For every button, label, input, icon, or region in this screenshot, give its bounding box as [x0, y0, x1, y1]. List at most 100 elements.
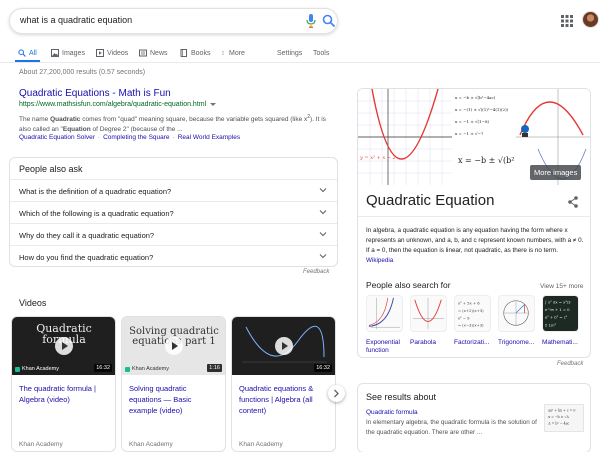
video-duration: 16:32 — [94, 364, 112, 372]
svg-text:x = −b ± √(b²−4ac): x = −b ± √(b²−4ac) — [455, 95, 496, 100]
result-stats: About 27,200,000 results (0.57 seconds) — [19, 69, 146, 76]
video-source: Khan Academy — [129, 441, 173, 448]
videos-next-button[interactable] — [328, 385, 345, 402]
result-sitelinks: Quadratic Equation Solver · Completing the… — [19, 134, 241, 141]
paa-question[interactable]: Which of the following is a quadratic eq… — [10, 201, 337, 223]
video-source: Khan Academy — [19, 441, 63, 448]
svg-text:ax² + bx + c = 0: ax² + bx + c = 0 — [548, 409, 575, 413]
quadratic-formula-link[interactable]: Quadratic formula — [366, 409, 418, 416]
search-tabs: All Images Videos News Books More Settin… — [0, 44, 600, 62]
video-title-link[interactable]: Solving quadratic equations — Basic exam… — [129, 383, 221, 416]
svg-text:y = x² + x − 2: y = x² + x − 2 — [359, 155, 396, 161]
divider — [358, 216, 590, 217]
video-card[interactable]: Quadratic formula Khan Academy 16:32 The… — [11, 316, 116, 452]
search-input[interactable]: what is a quadratic equation — [20, 15, 132, 25]
see-results-heading: See results about — [366, 392, 437, 402]
see-results-snippet: In elementary algebra, the quadratic for… — [366, 419, 537, 436]
video-duration: 16:32 — [314, 364, 332, 372]
image-icon — [51, 49, 59, 57]
svg-text:Σ 1/n²: Σ 1/n² — [545, 322, 557, 327]
video-icon — [96, 49, 104, 57]
news-icon — [139, 49, 147, 57]
knowledge-panel-description: In algebra, a quadratic equation is any … — [366, 227, 584, 264]
pasf-item[interactable]: Exponential function — [366, 295, 404, 355]
mic-icon[interactable] — [306, 14, 316, 28]
video-thumbnail[interactable]: Quadratic formula Khan Academy 16:32 — [12, 317, 115, 375]
result-title-link[interactable]: Quadratic Equations - Math is Fun — [19, 88, 171, 99]
trigonometry-thumbnail — [498, 295, 535, 332]
chevron-down-icon — [319, 254, 327, 259]
khan-logo-icon — [15, 366, 20, 372]
apps-grid-icon[interactable] — [561, 15, 573, 27]
more-images-button[interactable]: More images — [530, 165, 582, 180]
svg-text:= (x+2)(x+3): = (x+2)(x+3) — [458, 308, 484, 313]
result-url: https://www.mathsisfun.com/algebra/quadr… — [19, 101, 217, 108]
paa-question[interactable]: What is the definition of a quadratic eq… — [10, 179, 337, 201]
pasf-item[interactable]: ∫ x² dx = x³/3 e^iπ + 1 = 0 a² + b² = c² Σ … — [542, 295, 580, 347]
svg-text:= (x−3)(x+3): = (x−3)(x+3) — [458, 322, 484, 327]
search-icon — [18, 49, 26, 57]
video-duration: 1:16 — [207, 364, 222, 372]
tab-news[interactable]: News — [139, 44, 168, 62]
more-vert-icon — [222, 51, 224, 55]
paa-title: People also ask — [19, 164, 83, 174]
play-icon[interactable] — [275, 337, 293, 355]
chevron-down-icon — [319, 232, 327, 237]
svg-text:x = −1 ± √−7: x = −1 ± √−7 — [455, 131, 484, 136]
knowledge-panel-title: Quadratic Equation — [366, 192, 495, 209]
tab-books[interactable]: Books — [180, 44, 210, 62]
tab-tools[interactable]: Tools — [313, 44, 329, 62]
share-icon[interactable] — [568, 196, 578, 208]
video-title-link[interactable]: Quadratic equations & functions | Algebr… — [239, 383, 331, 416]
tab-images[interactable]: Images — [51, 44, 85, 62]
sitelink-completing-square[interactable]: Completing the Square — [103, 134, 170, 141]
svg-text:e^iπ + 1 = 0: e^iπ + 1 = 0 — [545, 307, 570, 312]
video-thumbnail[interactable]: 16:32 — [232, 317, 335, 375]
mathematics-thumbnail: ∫ x² dx = x³/3 e^iπ + 1 = 0 a² + b² = c² Σ … — [542, 295, 579, 332]
feedback-link[interactable]: Feedback — [303, 269, 329, 275]
play-icon[interactable] — [165, 337, 183, 355]
svg-text:x = −b ± √Δ: x = −b ± √Δ — [548, 415, 569, 419]
tab-settings[interactable]: Settings — [277, 44, 302, 62]
svg-text:a² + b² = c²: a² + b² = c² — [545, 315, 568, 320]
paa-question[interactable]: How do you find the quadratic equation? — [10, 245, 337, 267]
feedback-link[interactable]: Feedback — [557, 361, 583, 367]
search-bar[interactable]: what is a quadratic equation — [9, 8, 338, 34]
see-results-about: See results about Quadratic formula In e… — [357, 383, 591, 452]
view-more-link[interactable]: View 15+ more — [540, 283, 583, 290]
video-thumbnail[interactable]: Solving quadratic equations part 1 Khan … — [122, 317, 225, 375]
khan-logo-icon — [125, 366, 130, 372]
paa-question[interactable]: Why do they call it a quadratic equation… — [10, 223, 337, 245]
video-card[interactable]: 16:32 Quadratic equations & functions | … — [231, 316, 336, 452]
tab-more[interactable]: More — [222, 44, 245, 62]
svg-text:Δ = b² − 4ac: Δ = b² − 4ac — [548, 422, 569, 426]
book-icon — [180, 49, 187, 57]
video-title-link[interactable]: The quadratic formula | Algebra (video) — [19, 383, 111, 405]
sitelink-solver[interactable]: Quadratic Equation Solver — [19, 134, 95, 141]
video-card[interactable]: Solving quadratic equations part 1 Khan … — [121, 316, 226, 452]
pasf-item[interactable]: Trigonome... — [498, 295, 536, 347]
wikipedia-link[interactable]: Wikipedia — [366, 257, 393, 264]
people-also-ask: People also ask What is the definition o… — [9, 157, 338, 267]
svg-text:x² − 9: x² − 9 — [458, 316, 470, 321]
sitelink-real-world[interactable]: Real World Examples — [178, 134, 240, 141]
tab-videos[interactable]: Videos — [96, 44, 128, 62]
quadratic-formula-thumbnail[interactable]: ax² + bx + c = 0 x = −b ± √Δ Δ = b² − 4ac — [544, 404, 584, 432]
svg-text:x = −1 ± √(1−8): x = −1 ± √(1−8) — [455, 119, 489, 124]
video-source: Khan Academy — [239, 441, 283, 448]
svg-text:x = −(1) ± √((1)²−4(1)(2)): x = −(1) ± √((1)²−4(1)(2)) — [455, 107, 509, 112]
avatar[interactable] — [582, 11, 599, 28]
svg-text:∫ x² dx = x³/3: ∫ x² dx = x³/3 — [545, 300, 571, 305]
parabola-thumbnail — [410, 295, 447, 332]
chevron-down-icon — [319, 188, 327, 193]
play-icon[interactable] — [55, 337, 73, 355]
pasf-item[interactable]: Parabola — [410, 295, 448, 347]
caret-down-icon[interactable] — [210, 102, 217, 106]
search-icon[interactable] — [322, 14, 336, 28]
videos-heading: Videos — [19, 298, 47, 308]
result-snippet: The name Quadratic comes from "quad" mea… — [19, 114, 326, 134]
knowledge-panel: y = x² + x − 2 x = −b ± √(b²−4ac) x = −(… — [357, 88, 591, 358]
pasf-item[interactable]: x² + 5x + 6 = (x+2)(x+3) x² − 9 = (x−3)(x+3… — [454, 295, 492, 347]
tabs-divider — [0, 62, 600, 63]
svg-text:x² + 5x + 6: x² + 5x + 6 — [458, 301, 480, 306]
